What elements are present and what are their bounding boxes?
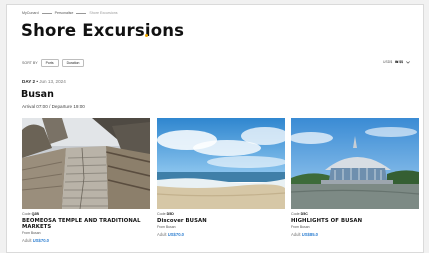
- excursion-from: From Busan: [157, 225, 176, 230]
- excursion-title[interactable]: BEOMEOSA TEMPLE AND TRADITIONAL MARKETS: [22, 218, 150, 230]
- breadcrumb-separator: [76, 12, 87, 14]
- excursion-code: Code Q2B: [22, 212, 39, 216]
- excursion-price: Adult US$70.0: [157, 232, 185, 238]
- excursion-from: From Busan: [291, 225, 310, 230]
- sort-ports-button[interactable]: Ports: [40, 59, 59, 68]
- day-label: DAY 2: [22, 79, 36, 84]
- sort-duration-button[interactable]: Duration: [61, 59, 85, 68]
- port-times: Arrival 07:00 / Departure 19:00: [22, 104, 85, 109]
- currency-value: ₩ $$: [395, 60, 403, 64]
- excursion-photo-beach[interactable]: [157, 118, 285, 209]
- busan-highlights-image: [291, 118, 419, 209]
- port-name: Busan: [21, 89, 54, 100]
- day-date: Jun 13, 2024: [39, 79, 66, 84]
- excursion-card[interactable]: Code Q2B BEOMEOSA TEMPLE AND TRADITIONAL…: [22, 118, 150, 243]
- excursion-photo-highlights[interactable]: [291, 118, 419, 209]
- excursion-price: Adult US$85.0: [291, 232, 319, 238]
- day-heading: DAY 2 • Jun 13, 2024: [22, 79, 66, 84]
- temple-stairs-image: [22, 118, 150, 209]
- excursion-code: Code D5D: [157, 212, 174, 216]
- breadcrumb-item-mycunard[interactable]: MyCunard: [22, 11, 39, 15]
- accent-dot-icon: [145, 34, 148, 37]
- excursion-code: Code D5C: [291, 212, 308, 216]
- breadcrumb-item-personalise[interactable]: Personalise: [55, 11, 74, 15]
- page-title: Shore Excursions: [21, 21, 185, 40]
- breadcrumb-item-current: Shore Excursions: [89, 11, 118, 15]
- excursion-title[interactable]: Discover BUSAN: [157, 218, 285, 224]
- excursion-photo-temple[interactable]: [22, 118, 150, 209]
- currency-label: USD$: [383, 60, 393, 64]
- page-frame: MyCunard Personalise Shore Excursions Sh…: [6, 4, 424, 253]
- currency-selector[interactable]: USD$ ₩ $$: [383, 60, 410, 64]
- chevron-down-icon: [406, 60, 410, 64]
- excursion-price: Adult US$70.0: [22, 238, 50, 244]
- breadcrumb-separator: [41, 12, 52, 14]
- excursion-card[interactable]: Code D5C HIGHLIGHTS OF BUSAN From Busan …: [291, 118, 419, 237]
- excursion-title[interactable]: HIGHLIGHTS OF BUSAN: [291, 218, 419, 224]
- sort-controls: SORT BY Ports Duration: [22, 59, 85, 68]
- excursion-card[interactable]: Code D5D Discover BUSAN From Busan Adult…: [157, 118, 285, 237]
- breadcrumb: MyCunard Personalise Shore Excursions: [22, 11, 118, 15]
- sort-label: SORT BY: [22, 61, 38, 66]
- beach-image: [157, 118, 285, 209]
- excursion-from: From Busan: [22, 231, 41, 236]
